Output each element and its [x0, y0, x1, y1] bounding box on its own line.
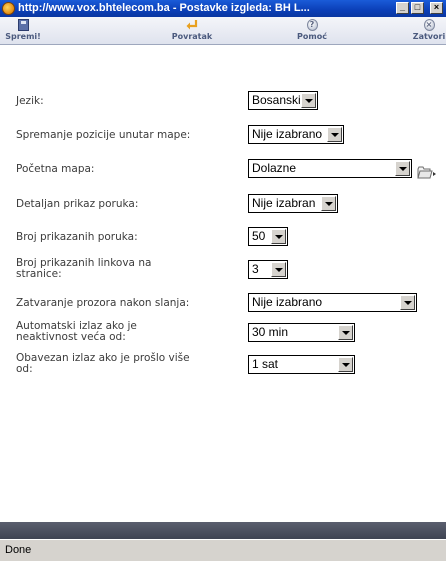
window-title: http://www.vox.bhtelecom.ba - Postavke i… — [18, 2, 310, 14]
folder-position-label: Spremanje pozicije unutar mape: — [16, 129, 191, 141]
ie-globe-icon — [2, 2, 15, 15]
back-button[interactable]: Povratak — [162, 17, 222, 45]
chevron-down-icon — [327, 127, 342, 142]
chevron-down-icon — [338, 357, 353, 372]
auto-logout-label: Automatski izlaz ako je neaktivnost veća… — [16, 321, 137, 343]
forced-logout-value: 1 sat — [252, 357, 279, 371]
auto-logout-select[interactable]: 30 min — [248, 323, 355, 342]
language-select[interactable]: Bosanski — [248, 91, 318, 110]
question-icon: ? — [306, 19, 318, 31]
close-after-send-select[interactable]: Nije izabrano — [248, 293, 417, 312]
maximize-button[interactable]: □ — [411, 2, 424, 14]
save-label: Spremi! — [5, 32, 41, 41]
detailed-view-value: Nije izabran — [252, 196, 316, 210]
close-label: Zatvori — [412, 32, 446, 41]
forced-logout-label-line2: od: — [16, 363, 33, 375]
status-text: Done — [5, 544, 32, 556]
chevron-down-icon — [271, 262, 286, 277]
chevron-down-icon — [271, 229, 286, 244]
folder-position-value: Nije izabrano — [252, 127, 323, 141]
chevron-down-icon — [400, 295, 415, 310]
back-label: Povratak — [171, 32, 213, 41]
toolbar: Spremi! Povratak ? Pomoć × Zatvori — [0, 17, 446, 45]
close-button[interactable]: × Zatvori — [409, 17, 446, 45]
window-titlebar: http://www.vox.bhtelecom.ba - Postavke i… — [0, 0, 446, 17]
close-after-send-value: Nije izabrano — [252, 295, 323, 309]
floppy-disk-icon — [17, 19, 29, 31]
chevron-down-icon — [395, 161, 410, 176]
links-count-select[interactable]: 3 — [248, 260, 288, 279]
settings-form: Jezik: Bosanski Spremanje pozicije unuta… — [0, 46, 446, 514]
help-label: Pomoć — [297, 32, 327, 41]
chevron-down-icon — [321, 196, 336, 211]
folder-position-select[interactable]: Nije izabrano — [248, 125, 344, 144]
start-folder-select[interactable]: Dolazne — [248, 159, 412, 178]
chevron-down-icon — [338, 325, 353, 340]
save-button[interactable]: Spremi! — [5, 17, 41, 45]
messages-count-label: Broj prikazanih poruka: — [16, 231, 138, 243]
auto-logout-label-line2: neaktivnost veća od: — [16, 331, 126, 343]
detailed-view-label: Detaljan prikaz poruka: — [16, 198, 139, 210]
close-after-send-label: Zatvaranje prozora nakon slanja: — [16, 297, 190, 309]
return-arrow-icon — [186, 20, 198, 30]
links-count-label: Broj prikazanih linkova na stranice: — [16, 258, 151, 280]
detailed-view-select[interactable]: Nije izabran — [248, 194, 338, 213]
auto-logout-value: 30 min — [252, 325, 289, 339]
messages-count-select[interactable]: 50 — [248, 227, 288, 246]
status-bar: Done — [0, 539, 446, 561]
start-folder-label: Početna mapa: — [16, 163, 95, 175]
links-count-label-line2: stranice: — [16, 268, 62, 280]
forced-logout-select[interactable]: 1 sat — [248, 355, 355, 374]
language-value: Bosanski — [252, 93, 301, 107]
folder-icon[interactable] — [417, 166, 437, 180]
forced-logout-label: Obavezan izlaz ako je prošlo više od: — [16, 353, 190, 375]
window-close-button[interactable]: × — [430, 2, 443, 14]
forced-logout-label-line1: Obavezan izlaz ako je prošlo više — [16, 352, 190, 364]
chevron-down-icon — [301, 93, 316, 108]
language-label: Jezik: — [16, 95, 44, 107]
messages-count-value: 50 — [252, 229, 266, 243]
close-circle-icon: × — [423, 19, 435, 31]
links-count-value: 3 — [252, 262, 259, 276]
start-folder-value: Dolazne — [252, 161, 297, 175]
minimize-button[interactable]: _ — [396, 2, 409, 14]
help-button[interactable]: ? Pomoć — [290, 17, 334, 45]
bottom-bar — [0, 522, 446, 539]
